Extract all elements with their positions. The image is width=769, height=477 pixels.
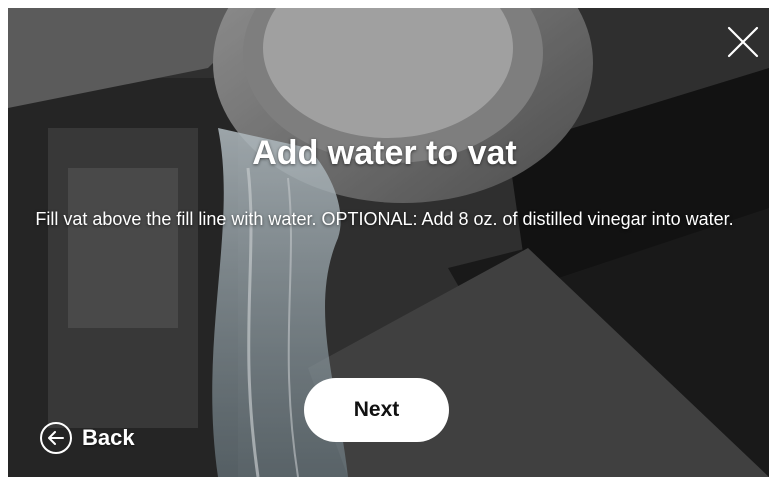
close-icon[interactable] bbox=[727, 26, 759, 58]
back-button[interactable]: Back bbox=[40, 418, 135, 458]
instruction-screen: Add water to vat Fill vat above the fill… bbox=[0, 0, 769, 477]
next-button[interactable]: Next bbox=[304, 378, 449, 442]
step-title: Add water to vat bbox=[252, 134, 517, 172]
step-description: Fill vat above the fill line with water.… bbox=[35, 209, 734, 229]
back-label: Back bbox=[82, 425, 135, 450]
arrow-left-circle-icon bbox=[40, 422, 72, 454]
